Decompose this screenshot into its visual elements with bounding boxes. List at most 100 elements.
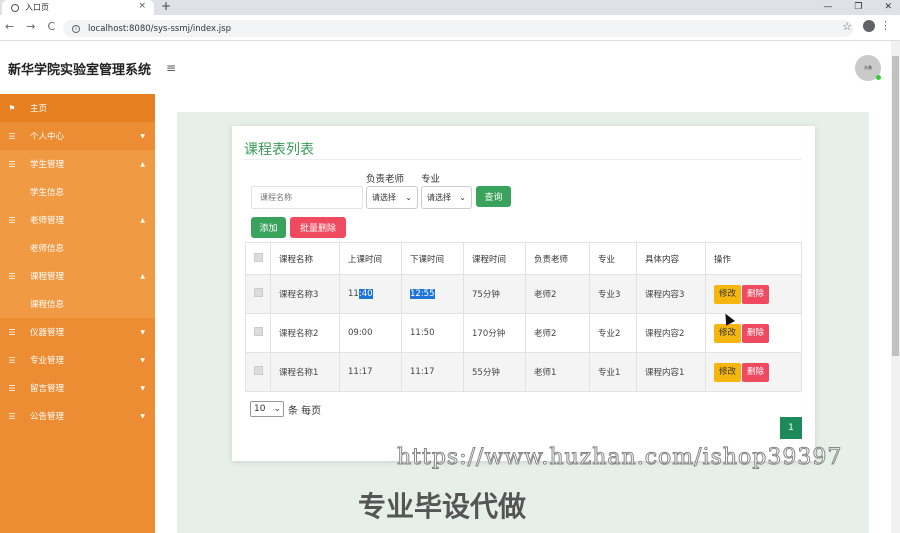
sidebar-item-label: 专业管理 [30,356,65,366]
menu-toggle-icon[interactable]: ≡ [166,61,176,75]
sidebar-item-label: 个人中心 [30,132,65,142]
minimize-icon[interactable]: — [823,2,832,12]
select-all-checkbox[interactable] [254,252,263,262]
course-table: 课程名称 上课时间 下课时间 课程时间 负责老师 专业 具体内容 操作 课程名称… [245,242,802,392]
globe-icon [11,3,19,12]
more-menu-icon[interactable]: ⋮ [880,19,891,32]
end-time-cell: 12:55 [401,274,464,314]
chevron-down-icon: ▼ [140,356,145,364]
sidebar-item[interactable]: ☰ 学生管理 ▲ [0,150,155,178]
page-scrollbar[interactable] [891,41,900,533]
batch-delete-button[interactable]: 批量删除 [290,217,346,238]
duration-cell: 55分钟 [463,352,526,392]
avatar[interactable]: 头像 [855,55,881,81]
start-time-cell: 09:00 [339,313,402,353]
sidebar-item-label: 主页 [30,104,48,114]
page-size-select[interactable]: 10 ⌄ [250,401,284,417]
content-cell: 课程内容3 [636,274,706,314]
reload-icon[interactable]: C [47,20,55,33]
page-size-value: 10 [254,404,266,414]
course-name-cell: 课程名称3 [270,274,340,314]
row-select-cell [245,352,271,392]
teacher-filter-label: 负责老师 [366,174,405,185]
delete-button[interactable]: 删除 [742,323,770,343]
window-controls: — ❐ ✕ [823,0,892,14]
forward-icon[interactable]: → [26,20,35,33]
major-cell: 专业3 [589,274,637,314]
add-button[interactable]: 添加 [251,217,286,238]
info-icon[interactable]: i [72,24,80,33]
content-cell: 课程内容2 [636,313,706,353]
actions-cell: 修改 删除 [705,274,802,314]
page-title: 课程表列表 [244,142,314,158]
major-filter-label: 专业 [421,174,441,185]
sidebar-item-label: 学生信息 [30,188,65,198]
delete-button[interactable]: 删除 [742,284,770,304]
start-time-cell: 11:40 [339,274,402,314]
pagination-page-1[interactable]: 1 [780,417,802,439]
list-icon: ☰ [8,327,16,337]
major-select[interactable]: 请选择 ⌄ [421,186,472,209]
course-name-search-input[interactable] [251,186,363,209]
list-icon: ☰ [8,215,16,225]
page-size-control: 10 ⌄ 条 每页 [250,401,321,417]
sidebar-item[interactable]: ⚑ 主页 [0,94,155,122]
row-checkbox[interactable] [254,366,263,375]
start-time-hour: 11 [348,289,359,299]
sidebar-item[interactable]: ☰ 公告管理 ▼ [0,402,155,430]
sidebar-item[interactable]: ☰ 课程管理 ▲ [0,262,155,290]
flag-icon: ⚑ [8,103,16,113]
chevron-up-icon: ▲ [140,216,145,224]
teacher-select-value: 请选择 [372,193,396,202]
end-time-selected-text: 12:55 [410,289,435,299]
sidebar-item[interactable]: ☰ 留言管理 ▼ [0,374,155,402]
close-tab-icon[interactable]: × [138,1,146,11]
table-header-row: 课程名称 上课时间 下课时间 课程时间 负责老师 专业 具体内容 操作 [245,242,802,275]
browser-tab-bar: 入口页 × + — ❐ ✕ [0,0,900,15]
list-icon: ☰ [8,159,16,169]
url-text: localhost:8080/sys-ssmj/index.jsp [88,23,231,34]
col-header: 上课时间 [339,242,402,275]
chevron-down-icon: ⌄ [405,193,412,202]
restore-icon[interactable]: ❐ [854,2,862,12]
edit-button[interactable]: 修改 [714,284,742,304]
scrollbar-thumb[interactable] [892,56,899,356]
account-icon[interactable] [863,20,875,32]
browser-tab[interactable]: 入口页 × [2,0,154,15]
sidebar-item-label: 仪器管理 [30,328,65,338]
table-row: 课程名称1 11:17 11:17 55分钟 老师1 专业1 课程内容1 修改删… [245,352,802,392]
row-checkbox[interactable] [254,327,263,336]
back-icon[interactable]: ← [5,20,14,33]
teacher-cell: 老师2 [525,274,590,314]
teacher-select[interactable]: 请选择 ⌄ [366,186,418,209]
teacher-cell: 老师1 [525,352,590,392]
delete-button[interactable]: 删除 [742,362,770,382]
sidebar-item-label: 公告管理 [30,412,65,422]
close-window-icon[interactable]: ✕ [884,2,892,12]
col-header: 具体内容 [636,242,706,275]
new-tab-button[interactable]: + [161,0,171,13]
sidebar-item[interactable]: 老师信息 [0,234,155,262]
edit-button[interactable]: 修改 [714,323,742,343]
edit-button[interactable]: 修改 [714,362,742,382]
chevron-down-icon: ▼ [140,384,145,392]
sidebar: ⚑ 主页 ☰ 个人中心 ▼ ☰ 学生管理 ▲ 学生信息 ☰ 老师管理 ▲ 老师信息 ☰ 课程管理 ▲ 课程信息 ☰… [0,94,155,533]
online-status-dot [876,75,881,80]
sidebar-item[interactable]: 学生信息 [0,178,155,206]
sidebar-item[interactable]: ☰ 仪器管理 ▼ [0,318,155,346]
row-checkbox[interactable] [254,288,263,297]
address-bar-row: ← → C i localhost:8080/sys-ssmj/index.js… [0,15,900,41]
actions-cell: 修改 删除 [705,352,802,392]
bookmark-star-icon[interactable]: ☆ [842,20,852,33]
sidebar-item[interactable]: ☰ 个人中心 ▼ [0,122,155,150]
list-icon: ☰ [8,131,16,141]
nav-buttons: ← → C [5,20,55,33]
url-input[interactable]: i localhost:8080/sys-ssmj/index.jsp [63,20,853,37]
list-icon: ☰ [8,411,16,421]
sidebar-item-label: 老师管理 [30,216,65,226]
sidebar-item[interactable]: ☰ 老师管理 ▲ [0,206,155,234]
sidebar-item[interactable]: 课程信息 [0,290,155,318]
col-header: 课程时间 [463,242,526,275]
query-button[interactable]: 查询 [476,186,511,207]
sidebar-item[interactable]: ☰ 专业管理 ▼ [0,346,155,374]
